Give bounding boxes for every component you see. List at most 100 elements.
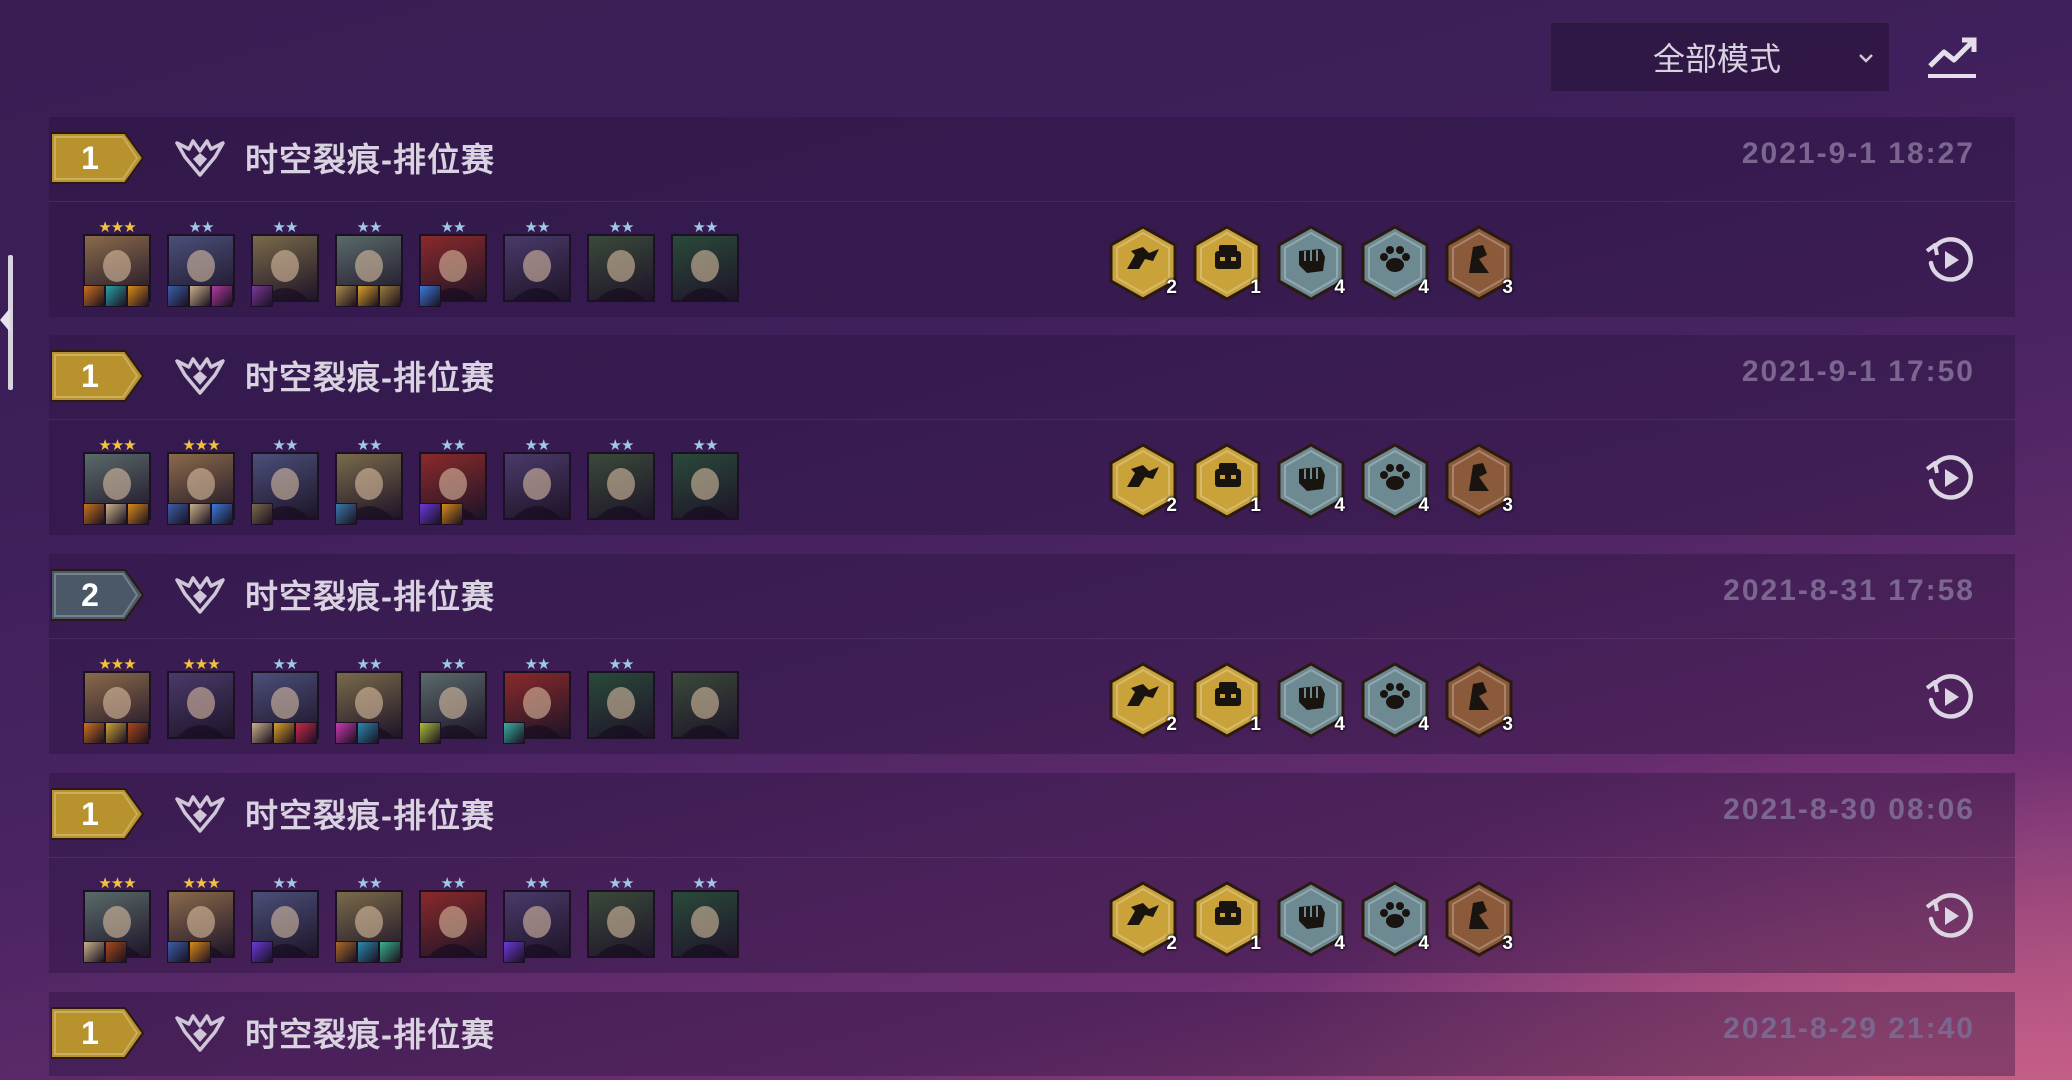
item-icon[interactable] — [273, 722, 295, 744]
champion-unit[interactable]: ★★ — [503, 875, 573, 965]
paw-trait-icon[interactable]: 4 — [1355, 221, 1433, 305]
champion-unit[interactable]: ★★★ — [167, 437, 237, 527]
champion-unit[interactable]: ★★ — [167, 219, 237, 309]
champion-unit[interactable]: ★★ — [419, 219, 489, 309]
mage-trait-icon[interactable]: 1 — [1187, 658, 1265, 742]
fist-trait-icon[interactable]: 4 — [1271, 439, 1349, 523]
item-icon[interactable] — [167, 941, 189, 963]
paw-trait-icon[interactable]: 4 — [1355, 877, 1433, 961]
mage-trait-icon[interactable]: 1 — [1187, 439, 1265, 523]
item-icon[interactable] — [335, 503, 357, 525]
mage-trait-icon[interactable]: 1 — [1187, 221, 1265, 305]
item-icon[interactable] — [503, 941, 525, 963]
paw-trait-icon[interactable]: 4 — [1355, 439, 1433, 523]
trend-chart-icon[interactable] — [1924, 30, 1980, 82]
champion-unit[interactable]: ★★★ — [167, 656, 237, 746]
item-icon[interactable] — [251, 941, 273, 963]
champion-unit[interactable]: ★★ — [587, 437, 657, 527]
champion-unit[interactable]: ★★ — [251, 219, 321, 309]
mage-trait-icon[interactable]: 1 — [1187, 877, 1265, 961]
item-icon[interactable] — [105, 503, 127, 525]
person-trait-icon[interactable]: 3 — [1439, 877, 1517, 961]
match-row[interactable]: 1 时空裂痕-排位赛 2021-8-29 21:40 — [49, 992, 2015, 1076]
fist-trait-icon[interactable]: 4 — [1271, 221, 1349, 305]
champion-unit[interactable]: ★★ — [251, 437, 321, 527]
champion-unit[interactable]: ★★ — [335, 219, 405, 309]
replay-icon[interactable] — [1923, 233, 1977, 287]
champion-unit[interactable]: ★★ — [251, 875, 321, 965]
champion-unit[interactable]: ★★ — [335, 437, 405, 527]
item-icon[interactable] — [105, 722, 127, 744]
item-icon[interactable] — [211, 285, 233, 307]
collapse-arrow-icon[interactable] — [0, 308, 10, 332]
item-icon[interactable] — [83, 285, 105, 307]
dragon-trait-icon[interactable]: 2 — [1103, 439, 1181, 523]
champion-unit[interactable]: ★★★ — [83, 437, 153, 527]
champion-unit[interactable]: ★★ — [335, 656, 405, 746]
item-icon[interactable] — [335, 722, 357, 744]
champion-unit[interactable]: ★★ — [671, 219, 741, 309]
fist-trait-icon[interactable]: 4 — [1271, 658, 1349, 742]
champion-unit[interactable]: ★★ — [419, 875, 489, 965]
item-icon[interactable] — [379, 941, 401, 963]
match-row[interactable]: 1 时空裂痕-排位赛 2021-9-1 17:50 ★★★ ★★★ ★★ ★★ ★★ ★★ ★★ ★… — [49, 335, 2015, 535]
item-icon[interactable] — [167, 285, 189, 307]
paw-trait-icon[interactable]: 4 — [1355, 658, 1433, 742]
dragon-trait-icon[interactable]: 2 — [1103, 658, 1181, 742]
champion-unit[interactable]: ★★ — [587, 219, 657, 309]
item-icon[interactable] — [83, 503, 105, 525]
champion-unit[interactable]: ★★ — [587, 656, 657, 746]
champion-unit[interactable] — [671, 656, 741, 746]
champion-unit[interactable]: ★★★ — [83, 656, 153, 746]
champion-unit[interactable]: ★★ — [671, 437, 741, 527]
champion-unit[interactable]: ★★ — [503, 219, 573, 309]
replay-icon[interactable] — [1923, 889, 1977, 943]
item-icon[interactable] — [357, 941, 379, 963]
champion-unit[interactable]: ★★ — [503, 437, 573, 527]
replay-icon[interactable] — [1923, 451, 1977, 505]
item-icon[interactable] — [251, 722, 273, 744]
fist-trait-icon[interactable]: 4 — [1271, 877, 1349, 961]
dragon-trait-icon[interactable]: 2 — [1103, 877, 1181, 961]
item-icon[interactable] — [503, 722, 525, 744]
item-icon[interactable] — [83, 722, 105, 744]
item-icon[interactable] — [189, 285, 211, 307]
item-icon[interactable] — [419, 503, 441, 525]
item-icon[interactable] — [419, 285, 441, 307]
item-icon[interactable] — [211, 503, 233, 525]
item-icon[interactable] — [357, 722, 379, 744]
item-icon[interactable] — [189, 941, 211, 963]
champion-unit[interactable]: ★★ — [671, 875, 741, 965]
person-trait-icon[interactable]: 3 — [1439, 658, 1517, 742]
item-icon[interactable] — [335, 285, 357, 307]
item-icon[interactable] — [335, 941, 357, 963]
person-trait-icon[interactable]: 3 — [1439, 439, 1517, 523]
dragon-trait-icon[interactable]: 2 — [1103, 221, 1181, 305]
item-icon[interactable] — [105, 941, 127, 963]
item-icon[interactable] — [127, 503, 149, 525]
person-trait-icon[interactable]: 3 — [1439, 221, 1517, 305]
item-icon[interactable] — [441, 503, 463, 525]
item-icon[interactable] — [127, 285, 149, 307]
item-icon[interactable] — [83, 941, 105, 963]
item-icon[interactable] — [357, 285, 379, 307]
item-icon[interactable] — [189, 503, 211, 525]
mode-filter-dropdown[interactable]: 全部模式 — [1550, 22, 1890, 92]
champion-unit[interactable]: ★★★ — [167, 875, 237, 965]
champion-unit[interactable]: ★★ — [587, 875, 657, 965]
champion-unit[interactable]: ★★ — [419, 437, 489, 527]
replay-icon[interactable] — [1923, 670, 1977, 724]
champion-unit[interactable]: ★★★ — [83, 219, 153, 309]
champion-unit[interactable]: ★★ — [419, 656, 489, 746]
item-icon[interactable] — [419, 722, 441, 744]
match-row[interactable]: 1 时空裂痕-排位赛 2021-9-1 18:27 ★★★ ★★ ★★ ★★ ★★ ★★ ★★ ★★… — [49, 117, 2015, 317]
item-icon[interactable] — [127, 722, 149, 744]
item-icon[interactable] — [167, 503, 189, 525]
match-row[interactable]: 1 时空裂痕-排位赛 2021-8-30 08:06 ★★★ ★★★ ★★ ★★ ★★ ★★ ★★… — [49, 773, 2015, 973]
champion-unit[interactable]: ★★★ — [83, 875, 153, 965]
champion-unit[interactable]: ★★ — [251, 656, 321, 746]
champion-unit[interactable]: ★★ — [335, 875, 405, 965]
item-icon[interactable] — [251, 285, 273, 307]
item-icon[interactable] — [295, 722, 317, 744]
item-icon[interactable] — [251, 503, 273, 525]
